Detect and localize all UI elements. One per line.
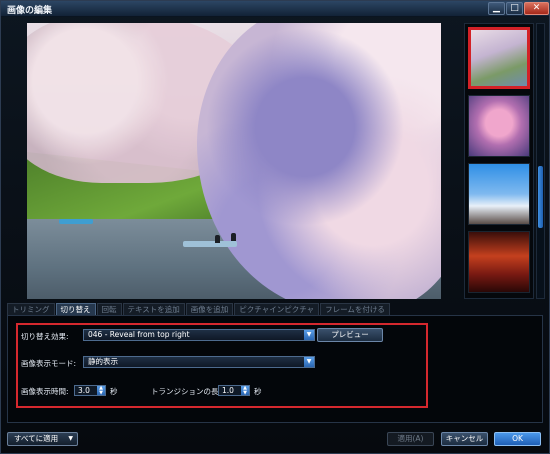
effect-label: 切り替え効果: xyxy=(21,332,69,341)
ok-button[interactable]: OK xyxy=(494,432,541,446)
window-title: 画像の編集 xyxy=(7,6,53,16)
effect-value: 046 - Reveal from top right xyxy=(88,330,190,339)
transition-length-label: トランジションの長さ: xyxy=(151,387,229,396)
spinner-arrows-icon[interactable]: ▲ ▼ xyxy=(97,386,105,395)
apply-all-label: すべてに適用 xyxy=(14,434,59,443)
minimize-button[interactable]: ▁ xyxy=(488,2,505,15)
chevron-down-icon: ▼ xyxy=(304,330,314,340)
chevron-down-icon: ▼ xyxy=(68,435,73,442)
title-bar: 画像の編集 ▁ □ ✕ xyxy=(1,1,549,17)
tab-picture-in-picture[interactable]: ピクチャインピクチャ xyxy=(234,303,320,315)
transition-length-stepper[interactable]: 1.0 ▲ ▼ xyxy=(218,385,250,396)
tab-add-text[interactable]: テキストを追加 xyxy=(122,303,185,315)
display-mode-label: 画像表示モード: xyxy=(21,359,77,368)
display-time-label: 画像表示時間: xyxy=(21,387,69,396)
preview-button[interactable]: プレビュー xyxy=(317,328,383,342)
thumbnail-strip xyxy=(464,23,534,299)
scroll-thumb[interactable] xyxy=(538,166,543,228)
effect-select[interactable]: 046 - Reveal from top right ▼ xyxy=(83,329,315,341)
tab-rotate[interactable]: 回転 xyxy=(96,303,122,315)
display-time-value: 3.0 xyxy=(78,386,90,395)
boat xyxy=(183,241,237,247)
boat xyxy=(59,219,93,224)
apply-all-button[interactable]: すべてに適用 ▼ xyxy=(7,432,78,446)
tab-add-frame[interactable]: フレームを付ける xyxy=(320,303,390,315)
tab-add-image[interactable]: 画像を追加 xyxy=(185,303,234,315)
image-preview xyxy=(27,23,441,299)
thumbnail-scrollbar[interactable] xyxy=(536,23,545,299)
edit-tabs: トリミング 切り替え 回転 テキストを追加 画像を追加 ピクチャインピクチャ フ… xyxy=(7,303,390,315)
display-time-unit: 秒 xyxy=(110,387,118,396)
spinner-arrows-icon[interactable]: ▲ ▼ xyxy=(241,386,249,395)
thumbnail-item-1[interactable] xyxy=(468,27,530,89)
thumbnail-item-4[interactable] xyxy=(468,231,530,293)
transition-length-unit: 秒 xyxy=(254,387,262,396)
thumbnail-item-2[interactable] xyxy=(468,95,530,157)
display-mode-select[interactable]: 静的表示 ▼ xyxy=(83,356,315,368)
close-button[interactable]: ✕ xyxy=(524,2,549,15)
tab-transition[interactable]: 切り替え xyxy=(55,303,96,315)
cancel-button[interactable]: キャンセル xyxy=(441,432,488,446)
maximize-button[interactable]: □ xyxy=(506,2,523,15)
edit-image-window: 画像の編集 ▁ □ ✕ トリミング 切り替え 回転 テキストを追加 画像を追加 … xyxy=(0,0,550,454)
transition-length-value: 1.0 xyxy=(222,386,234,395)
display-mode-value: 静的表示 xyxy=(88,357,118,366)
thumbnail-item-3[interactable] xyxy=(468,163,530,225)
display-time-stepper[interactable]: 3.0 ▲ ▼ xyxy=(74,385,106,396)
apply-button[interactable]: 適用(A) xyxy=(387,432,434,446)
chevron-down-icon: ▼ xyxy=(304,357,314,367)
tab-trimming[interactable]: トリミング xyxy=(7,303,55,315)
